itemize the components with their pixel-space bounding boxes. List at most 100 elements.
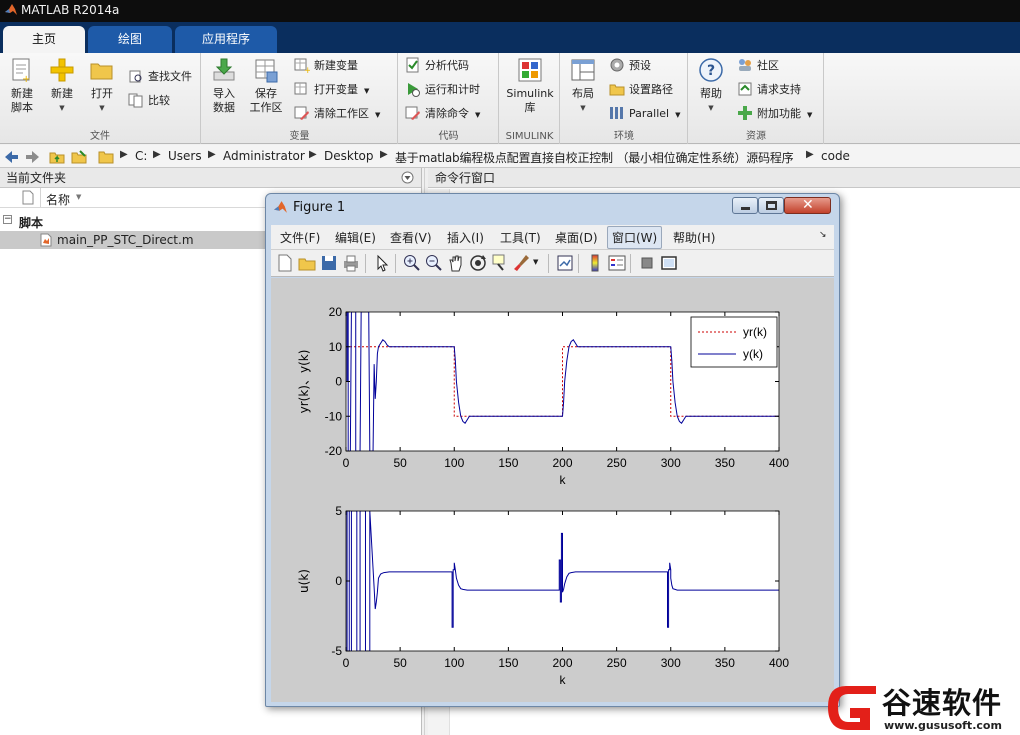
dock-arrow-icon[interactable]: ↘ xyxy=(819,230,827,240)
up-folder-icon[interactable] xyxy=(49,149,65,165)
import-data-button[interactable]: 导入 数据 xyxy=(206,57,242,115)
forward-arrow-icon[interactable] xyxy=(25,149,41,165)
set-path-button[interactable]: 设置路径 xyxy=(609,80,673,100)
menu-file[interactable]: 文件(F) xyxy=(280,229,320,246)
path-separator-icon: ▶ xyxy=(806,149,814,160)
data-cursor-icon[interactable] xyxy=(490,253,510,273)
x-tick-label: 150 xyxy=(498,456,518,470)
tab-home[interactable]: 主页 xyxy=(3,26,85,53)
back-arrow-icon[interactable] xyxy=(3,149,19,165)
rotate-3d-icon[interactable] xyxy=(468,253,488,273)
find-files-button[interactable]: 查找文件 xyxy=(128,67,192,87)
addons-button[interactable]: 附加功能 ▼ xyxy=(737,104,812,124)
new-script-icon: + xyxy=(9,57,35,85)
brush-dropdown-arrow[interactable]: ▼ xyxy=(533,258,538,266)
x-tick-label: 50 xyxy=(393,456,407,470)
new-script-button[interactable]: + 新建 脚本 xyxy=(4,57,40,115)
select-pointer-icon[interactable] xyxy=(372,253,392,273)
request-support-label: 请求支持 xyxy=(757,83,801,96)
tab-plots[interactable]: 绘图 xyxy=(88,26,172,53)
open-file-icon[interactable] xyxy=(297,253,317,273)
folder-icon xyxy=(98,151,114,164)
compare-icon xyxy=(128,92,144,108)
print-icon[interactable] xyxy=(341,253,361,273)
clear-commands-button[interactable]: 清除命令 ▼ xyxy=(405,104,480,124)
path-separator-icon: ▶ xyxy=(380,149,388,160)
group-label-code: 代码 xyxy=(438,131,459,142)
breadcrumb-item[interactable]: Desktop xyxy=(324,149,374,163)
y-axis-label: yr(k)、y(k) xyxy=(297,350,311,414)
menu-edit[interactable]: 编辑(E) xyxy=(335,229,376,246)
compare-button[interactable]: 比较 xyxy=(128,91,170,111)
simulink-library-button[interactable]: Simulink 库 xyxy=(503,57,557,115)
open-variable-button[interactable]: 打开变量 ▼ xyxy=(294,80,369,100)
layout-button[interactable]: 布局 ▼ xyxy=(565,57,601,115)
new-button[interactable]: 新建 ▼ xyxy=(44,57,80,115)
breadcrumb-item[interactable]: code xyxy=(821,149,850,163)
legend-icon[interactable] xyxy=(607,253,627,273)
menu-window[interactable]: 窗口(W) xyxy=(607,226,663,249)
run-time-label: 运行和计时 xyxy=(425,83,480,96)
y-tick-label: 20 xyxy=(329,305,343,319)
find-files-label: 查找文件 xyxy=(148,70,192,83)
breadcrumb-item[interactable]: Users xyxy=(168,149,202,163)
analyze-code-button[interactable]: 分析代码 xyxy=(405,56,469,76)
clear-workspace-button[interactable]: 清除工作区 ▼ xyxy=(294,104,380,124)
save-workspace-button[interactable]: 保存 工作区 xyxy=(246,57,286,115)
parallel-button[interactable]: Parallel ▼ xyxy=(609,104,680,124)
maximize-button[interactable] xyxy=(758,197,784,214)
breadcrumb-item[interactable]: 基于matlab编程极点配置直接自校正控制 （最小相位确定性系统）源码程序 xyxy=(395,149,794,166)
brush-icon[interactable] xyxy=(512,253,532,273)
menu-help[interactable]: 帮助(H) xyxy=(673,229,715,246)
breadcrumb-item[interactable]: C: xyxy=(135,149,147,163)
figure-titlebar[interactable]: Figure 1 ✕ xyxy=(266,194,839,222)
preferences-button[interactable]: 预设 xyxy=(609,56,651,76)
help-button[interactable]: ? 帮助 ▼ xyxy=(693,57,729,115)
group-label-environment: 环境 xyxy=(614,131,634,142)
y-tick-label: 0 xyxy=(335,574,342,588)
svg-text:+: + xyxy=(22,74,30,83)
zoom-out-icon[interactable] xyxy=(424,253,444,273)
collapse-icon[interactable]: − xyxy=(3,215,12,224)
group-file: + 新建 脚本 新建 ▼ 打开 ▼ 查找文件 比较 文件 xyxy=(0,53,201,144)
svg-text:?: ? xyxy=(707,63,715,79)
pan-hand-icon[interactable] xyxy=(446,253,466,273)
new-variable-button[interactable]: + 新建变量 xyxy=(294,56,358,76)
new-figure-icon[interactable] xyxy=(275,253,295,273)
close-button[interactable]: ✕ xyxy=(784,197,831,214)
menu-tools[interactable]: 工具(T) xyxy=(500,229,541,246)
sort-arrow-icon[interactable]: ▼ xyxy=(76,193,81,201)
new-label: 新建 xyxy=(51,87,73,100)
menu-view[interactable]: 查看(V) xyxy=(390,229,432,246)
addons-label: 附加功能 xyxy=(757,107,801,120)
x-axis-label: k xyxy=(560,473,567,487)
open-var-dropdown-arrow: ▼ xyxy=(364,87,370,95)
tab-apps[interactable]: 应用程序 xyxy=(175,26,277,53)
show-plot-tools-icon[interactable] xyxy=(659,253,679,273)
path-separator-icon: ▶ xyxy=(208,149,216,160)
open-button[interactable]: 打开 ▼ xyxy=(84,57,120,115)
browse-folder-icon[interactable] xyxy=(71,149,87,165)
clear-workspace-icon xyxy=(294,105,310,121)
hide-plot-tools-icon[interactable] xyxy=(637,253,657,273)
group-label-variable: 变量 xyxy=(289,131,310,142)
m-file-icon xyxy=(40,233,52,247)
menu-insert[interactable]: 插入(I) xyxy=(447,229,484,246)
breadcrumb-item[interactable]: Administrator xyxy=(223,149,305,163)
main-titlebar: MATLAB R2014a xyxy=(0,0,1020,22)
save-icon[interactable] xyxy=(319,253,339,273)
minimize-button[interactable] xyxy=(732,197,758,214)
community-button[interactable]: 社区 xyxy=(737,56,779,76)
link-plot-icon[interactable] xyxy=(555,253,575,273)
group-label-resources: 资源 xyxy=(746,131,766,142)
colorbar-icon[interactable] xyxy=(585,253,605,273)
request-support-button[interactable]: 请求支持 xyxy=(737,80,801,100)
menu-desktop[interactable]: 桌面(D) xyxy=(555,229,598,246)
x-tick-label: 300 xyxy=(661,656,681,670)
figure-menubar: 文件(F) 编辑(E) 查看(V) 插入(I) 工具(T) 桌面(D) 窗口(W… xyxy=(271,225,834,250)
column-name-header[interactable]: 名称 xyxy=(46,191,70,208)
zoom-in-icon[interactable] xyxy=(402,253,422,273)
run-and-time-button[interactable]: 运行和计时 xyxy=(405,80,480,100)
panel-menu-icon[interactable] xyxy=(401,171,414,184)
figure-toolbar: ▼ xyxy=(271,250,834,277)
